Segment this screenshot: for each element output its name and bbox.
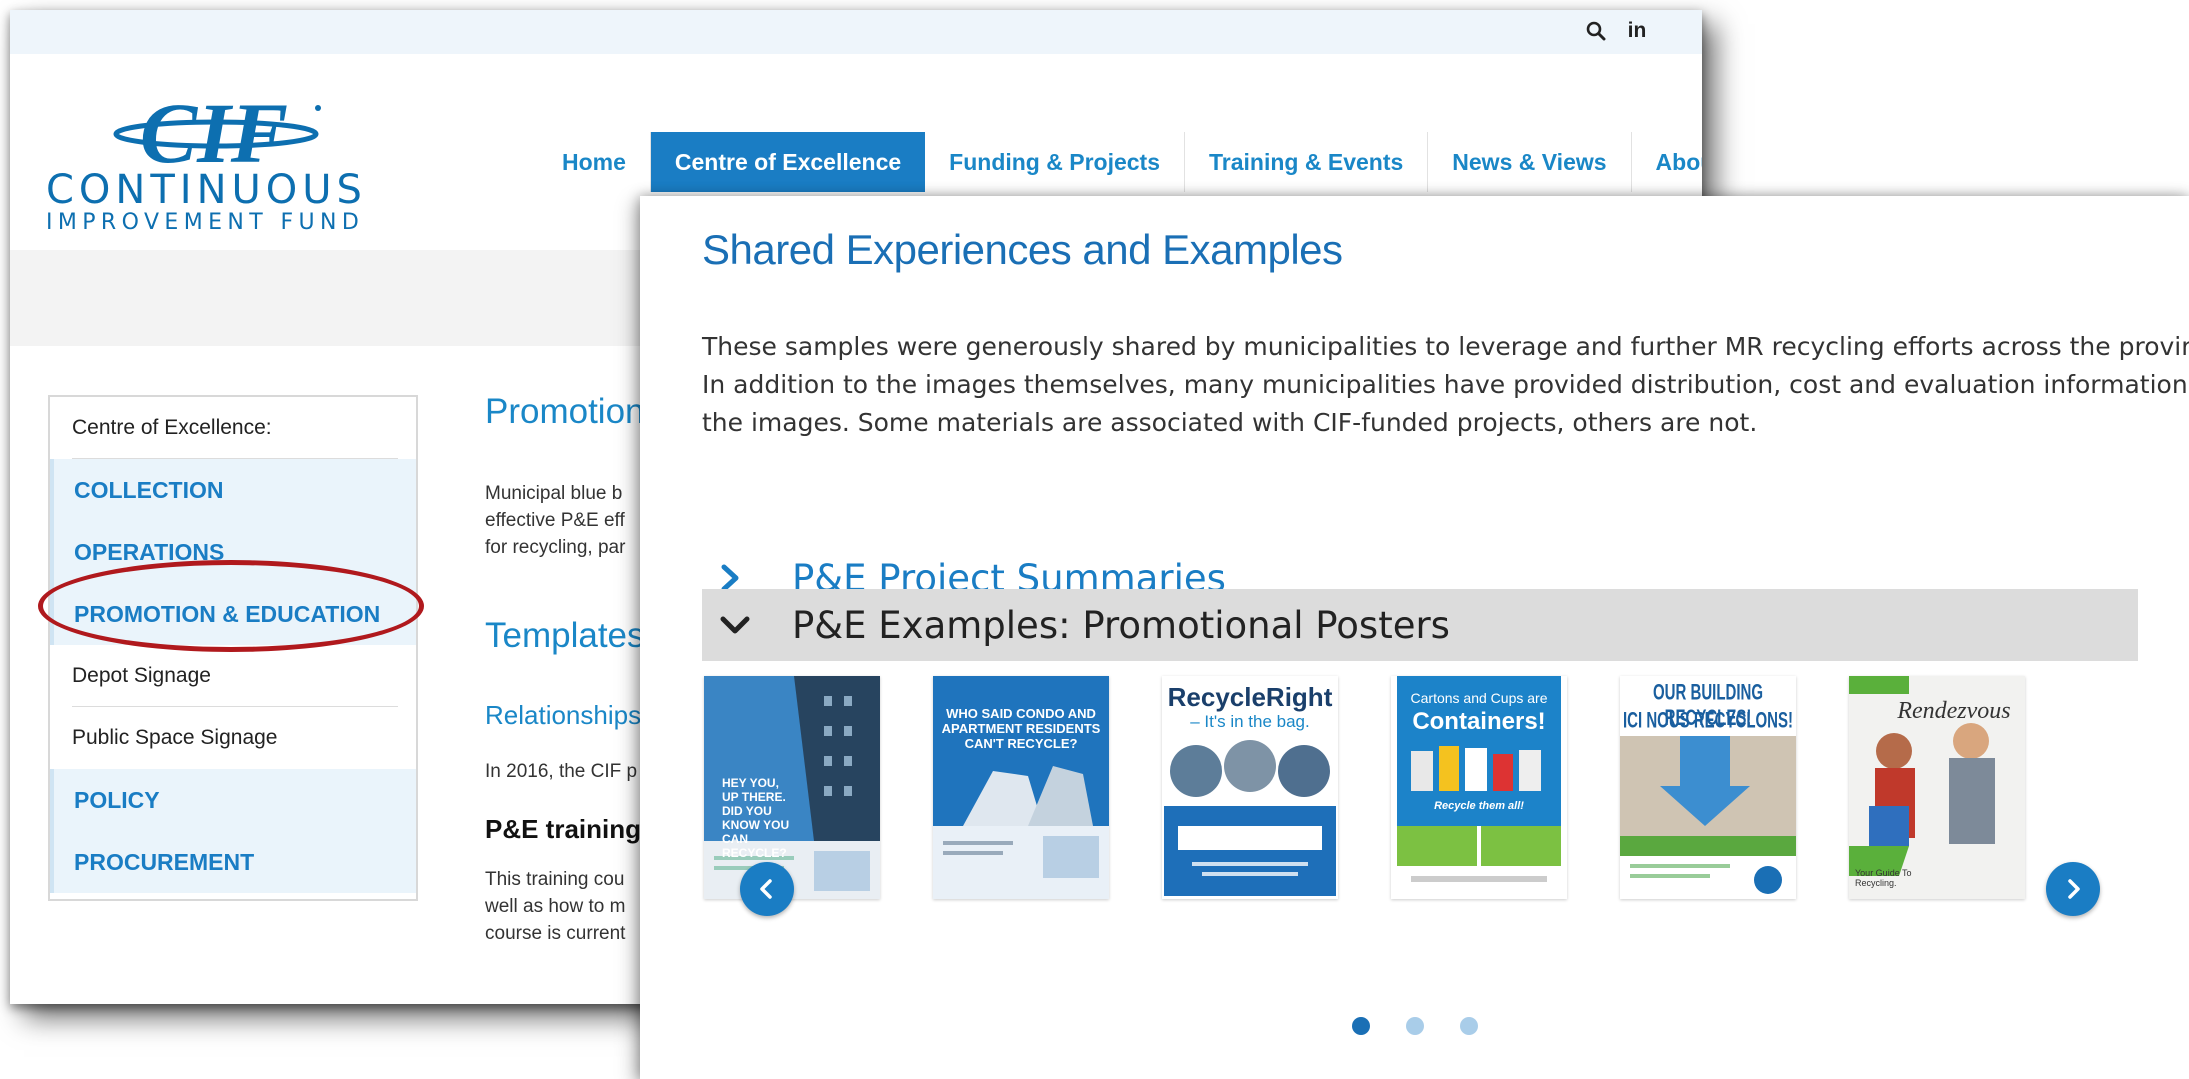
poster-thumbnail[interactable]: Rendezvous Your Guide To Recycling. xyxy=(1849,676,2025,899)
sidebar-item-collection[interactable]: COLLECTION xyxy=(50,459,416,521)
cif-logo[interactable]: CIF CONTINUOUS IMPROVEMENT FUND xyxy=(46,84,396,234)
nav-training-events[interactable]: Training & Events xyxy=(1185,132,1429,192)
search-icon[interactable] xyxy=(1583,18,1609,44)
nav-home[interactable]: Home xyxy=(538,132,651,192)
content-subheading[interactable]: Relationships xyxy=(485,700,641,731)
poster-thumbnail[interactable]: OUR BUILDING RECYCLES! ICI NOUS RECYCLON… xyxy=(1620,676,1796,899)
sidebar-item-public-space-signage[interactable]: Public Space Signage xyxy=(50,707,416,769)
chevron-down-icon xyxy=(720,615,780,635)
carousel-pagination xyxy=(1352,1017,1478,1035)
poster-thumbnail[interactable]: HEY YOU, UP THERE. DID YOU KNOW YOU CAN … xyxy=(704,676,880,899)
chevron-right-icon xyxy=(720,564,780,592)
chevron-left-icon xyxy=(760,879,772,899)
sidebar-heading: Centre of Excellence: xyxy=(72,416,272,439)
svg-text:CIF: CIF xyxy=(140,85,288,174)
nav-about[interactable]: About xyxy=(1632,132,1702,192)
chevron-right-icon xyxy=(2068,879,2080,899)
content-paragraph: In 2016, the CIF p xyxy=(485,761,638,782)
carousel-next-button[interactable] xyxy=(2046,862,2100,916)
content-heading: Promotion xyxy=(485,392,645,431)
carousel-dot[interactable] xyxy=(1406,1017,1424,1035)
linkedin-icon[interactable]: in xyxy=(1624,18,1650,44)
poster-thumbnail[interactable]: RecycleRight – It's in the bag. xyxy=(1162,676,1338,899)
nav-news-views[interactable]: News & Views xyxy=(1428,132,1632,192)
logo-text-improvement-fund: IMPROVEMENT FUND xyxy=(46,210,365,235)
content-heading-training: P&E training c xyxy=(485,814,663,844)
logo-text-continuous: CONTINUOUS xyxy=(46,167,367,213)
carousel-prev-button[interactable] xyxy=(740,862,794,916)
sidebar-item-operations[interactable]: OPERATIONS xyxy=(50,521,416,583)
content-paragraph: This training cou well as how to m cours… xyxy=(485,869,626,944)
sidebar-item-procurement[interactable]: PROCUREMENT xyxy=(50,831,416,893)
sidebar-item-policy[interactable]: POLICY xyxy=(50,769,416,831)
accordion-promotional-posters[interactable]: P&E Examples: Promotional Posters xyxy=(702,589,2138,661)
carousel-dot[interactable] xyxy=(1460,1017,1478,1035)
sidebar-item-depot-signage[interactable]: Depot Signage xyxy=(50,645,416,707)
shared-experiences-panel: Shared Experiences and Examples These sa… xyxy=(640,196,2189,1079)
top-utility-bar: in xyxy=(10,10,1702,54)
sidebar-item-promotion-education[interactable]: PROMOTION & EDUCATION xyxy=(50,583,416,645)
panel-title: Shared Experiences and Examples xyxy=(702,226,1343,273)
poster-thumbnail[interactable]: WHO SAID CONDO AND APARTMENT RESIDENTS C… xyxy=(933,676,1109,899)
poster-carousel: HEY YOU, UP THERE. DID YOU KNOW YOU CAN … xyxy=(702,676,2142,916)
cif-logo-mark: CIF xyxy=(113,85,321,174)
content-paragraph: Municipal blue b effective P&E eff for r… xyxy=(485,483,626,558)
sidebar-menu: Centre of Excellence: COLLECTION OPERATI… xyxy=(48,395,418,901)
nav-funding-projects[interactable]: Funding & Projects xyxy=(925,132,1186,192)
panel-intro: These samples were generously shared by … xyxy=(702,332,2189,437)
nav-centre-of-excellence[interactable]: Centre of Excellence xyxy=(650,132,926,192)
poster-thumbnail[interactable]: Cartons and Cups are Containers! Recycle… xyxy=(1391,676,1567,899)
carousel-dot[interactable] xyxy=(1352,1017,1370,1035)
main-navigation: Home Centre of Excellence Funding & Proj… xyxy=(538,132,1702,192)
content-heading-templates: Templates, xyxy=(485,616,655,655)
